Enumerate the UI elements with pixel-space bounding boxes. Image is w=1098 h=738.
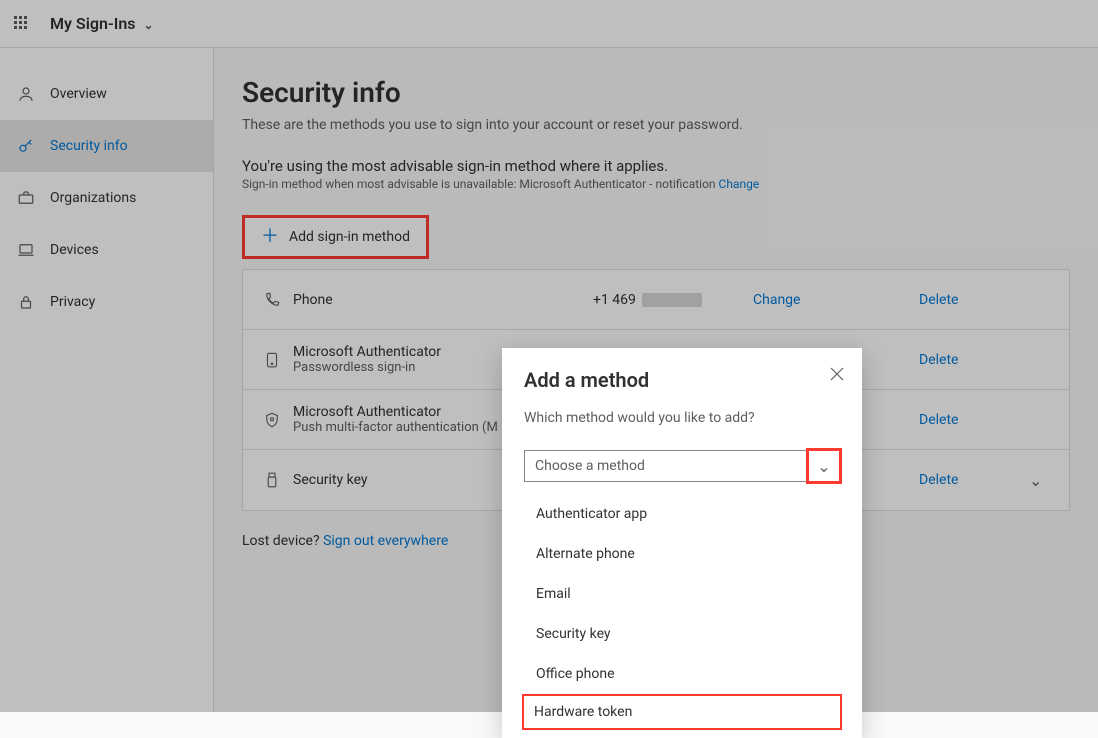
nav-overview[interactable]: Overview [0, 68, 213, 120]
briefcase-icon [16, 189, 36, 207]
modal-prompt: Which method would you like to add? [524, 410, 840, 426]
option-security-key[interactable]: Security key [524, 614, 840, 654]
redacted-value [642, 293, 702, 307]
nav-label: Devices [50, 242, 99, 258]
nav-label: Privacy [50, 294, 95, 310]
nav-label: Organizations [50, 190, 136, 206]
nav-label: Security info [50, 138, 128, 154]
option-alternate-phone[interactable]: Alternate phone [524, 534, 840, 574]
expand-chevron-icon[interactable]: ⌄ [1029, 471, 1049, 490]
option-office-phone[interactable]: Office phone [524, 654, 840, 694]
laptop-icon [16, 241, 36, 259]
page-title: Security info [242, 76, 1070, 109]
sign-out-everywhere-link[interactable]: Sign out everywhere [323, 533, 448, 549]
sidebar: Overview Security info Organizations Dev… [0, 48, 214, 712]
key-icon [16, 137, 36, 155]
method-value-prefix: +1 469 [593, 292, 636, 308]
nav-security-info[interactable]: Security info [0, 120, 213, 172]
option-authenticator-app[interactable]: Authenticator app [524, 494, 840, 534]
close-icon[interactable] [830, 366, 844, 385]
authenticator-shield-icon [263, 411, 293, 429]
add-method-modal: Add a method Which method would you like… [502, 348, 862, 738]
method-select-placeholder: Choose a method [535, 458, 645, 474]
option-email[interactable]: Email [524, 574, 840, 614]
authenticator-icon [263, 351, 293, 369]
add-sign-in-method-label: Add sign-in method [289, 229, 410, 245]
chevron-down-icon: ⌄ [144, 18, 154, 32]
method-select[interactable]: Choose a method [524, 450, 840, 482]
delete-link[interactable]: Delete [919, 472, 1029, 488]
lost-device-label: Lost device? [242, 533, 320, 549]
nav-devices[interactable]: Devices [0, 224, 213, 276]
usb-key-icon [263, 471, 293, 489]
advice-sub-label: Sign-in method when most advisable is un… [242, 177, 716, 191]
delete-link[interactable]: Delete [919, 412, 1029, 428]
waffle-icon[interactable] [14, 16, 30, 32]
advice-subtext: Sign-in method when most advisable is un… [242, 177, 1070, 191]
option-hardware-token[interactable]: Hardware token [522, 694, 842, 730]
method-dropdown-list: Authenticator app Alternate phone Email … [524, 494, 840, 730]
method-row-phone: Phone +1 469 Change Delete [243, 270, 1069, 330]
nav-label: Overview [50, 86, 107, 102]
advice-change-link[interactable]: Change [719, 177, 760, 191]
phone-icon [263, 291, 293, 309]
method-name: Phone [293, 292, 593, 308]
modal-title: Add a method [524, 368, 840, 392]
lock-icon [16, 293, 36, 311]
app-title[interactable]: My Sign-Ins ⌄ [50, 14, 154, 33]
page-subtitle: These are the methods you use to sign in… [242, 117, 1070, 133]
plus-icon: ＋ [261, 228, 279, 246]
delete-link[interactable]: Delete [919, 292, 1029, 308]
nav-organizations[interactable]: Organizations [0, 172, 213, 224]
app-title-text: My Sign-Ins [50, 14, 136, 33]
advice-text: You're using the most advisable sign-in … [242, 157, 1070, 175]
person-icon [16, 85, 36, 103]
change-link[interactable]: Change [753, 292, 893, 308]
add-sign-in-method-button[interactable]: ＋ Add sign-in method [242, 215, 429, 259]
delete-link[interactable]: Delete [919, 352, 1029, 368]
top-bar: My Sign-Ins ⌄ [0, 0, 1098, 48]
nav-privacy[interactable]: Privacy [0, 276, 213, 328]
